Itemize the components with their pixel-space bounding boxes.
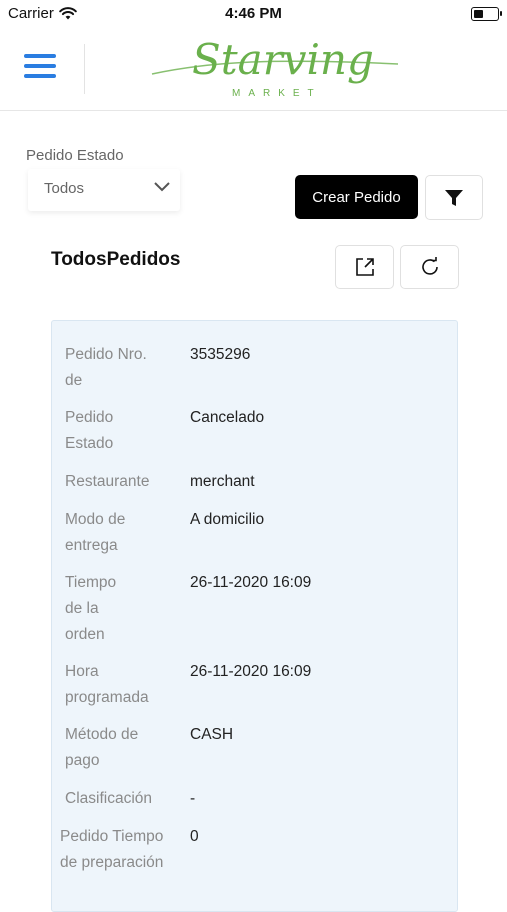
refresh-icon	[421, 257, 438, 275]
battery-icon	[471, 7, 502, 21]
order-number-value: 3535296	[190, 346, 251, 363]
refresh-button[interactable]	[400, 245, 459, 289]
external-link-icon	[355, 258, 374, 276]
menu-button[interactable]	[24, 54, 56, 82]
scheduled-time-label: Hora programada	[65, 663, 149, 706]
filter-button[interactable]	[425, 175, 483, 220]
status-filter-select[interactable]: Todos	[28, 169, 180, 211]
filter-icon	[445, 189, 463, 206]
hamburger-line	[24, 64, 56, 68]
rating-value: -	[190, 790, 196, 807]
order-time-label: Tiempo de la orden	[65, 574, 117, 643]
create-order-button[interactable]: Crear Pedido	[295, 175, 418, 219]
status-bar: Carrier 4:46 PM	[0, 0, 507, 28]
payment-method-label: Método de pago	[65, 726, 139, 769]
logo: Starving MARKET	[151, 35, 399, 99]
order-status-value: Cancelado	[190, 409, 265, 426]
header-divider	[84, 44, 85, 94]
prep-time-label: Pedido Tiempo de preparación	[60, 828, 164, 871]
delivery-mode-label: Modo de entrega	[65, 511, 126, 554]
main-content: Pedido Estado Todos Crear Pedido TodosPe…	[0, 111, 507, 912]
logo-wordmark: Starving	[192, 35, 374, 84]
logo-subtitle: MARKET	[232, 88, 322, 99]
payment-method-value: CASH	[190, 726, 234, 743]
app-header: Starving MARKET	[0, 28, 507, 111]
restaurant-label: Restaurante	[65, 473, 150, 490]
page-title: TodosPedidos	[51, 249, 181, 270]
rating-label: Clasificación	[65, 790, 153, 807]
restaurant-value: merchant	[190, 473, 255, 490]
hamburger-line	[24, 74, 56, 78]
order-time-value: 26-11-2020 16:09	[190, 574, 312, 591]
status-filter-value: Todos	[44, 180, 85, 197]
scheduled-time-value: 26-11-2020 16:09	[190, 663, 312, 680]
export-button[interactable]	[335, 245, 394, 289]
chevron-down-icon	[154, 182, 170, 192]
delivery-mode-value: A domicilio	[190, 511, 265, 528]
order-status-label: Pedido Estado	[65, 409, 114, 452]
prep-time-value: 0	[190, 828, 199, 845]
order-card: Pedido Nro. de 3535296 Pedido Estado Can…	[51, 320, 458, 912]
order-number-label: Pedido Nro. de	[65, 346, 147, 389]
clock: 4:46 PM	[225, 5, 282, 22]
status-filter-label: Pedido Estado	[26, 147, 124, 164]
hamburger-icon	[24, 54, 56, 58]
